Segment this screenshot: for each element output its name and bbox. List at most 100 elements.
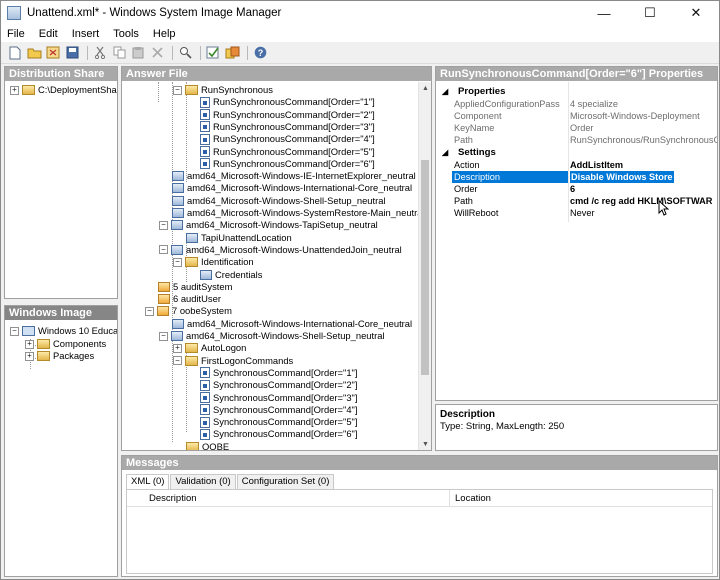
menu-insert[interactable]: Insert: [72, 28, 100, 40]
property-row[interactable]: Path RunSynchronous/RunSynchronousCom: [436, 134, 717, 146]
tree-node[interactable]: amd64_Microsoft-Windows-IE-InternetExplo…: [172, 170, 416, 182]
tree-node[interactable]: RunSynchronousCommand[Order="5"]: [200, 146, 375, 158]
new-file-icon[interactable]: [7, 45, 23, 61]
open-folder-icon[interactable]: [26, 45, 42, 61]
tree-node[interactable]: Credentials: [200, 269, 262, 281]
collapse-toggle[interactable]: −: [173, 356, 182, 366]
close-button[interactable]: ✕: [673, 1, 719, 25]
collapse-toggle[interactable]: −: [159, 220, 168, 230]
command-icon: [200, 109, 210, 121]
copy-icon[interactable]: [111, 45, 127, 61]
tree-node[interactable]: − amd64_Microsoft-Windows-UnattendedJoin_…: [159, 244, 402, 256]
expand-toggle[interactable]: +: [25, 351, 34, 361]
expand-toggle[interactable]: +: [25, 339, 34, 349]
tree-node-label: amd64_Microsoft-Windows-SystemRestore-Ma…: [187, 207, 425, 218]
tree-node[interactable]: TapiUnattendLocation: [186, 232, 292, 244]
tree-node-label: amd64_Microsoft-Windows-Shell-Setup_neut…: [186, 330, 385, 341]
collapse-toggle[interactable]: −: [145, 306, 154, 316]
setting-row-willreboot[interactable]: WillReboot Never: [436, 207, 717, 219]
tree-node[interactable]: amd64_Microsoft-Windows-International-Co…: [172, 318, 412, 330]
column-header-location[interactable]: Location: [455, 493, 491, 504]
component-icon: [171, 331, 183, 341]
help-icon[interactable]: ?: [252, 45, 268, 61]
close-file-icon[interactable]: [45, 45, 61, 61]
property-row[interactable]: AppliedConfigurationPass 4 specialize: [436, 98, 717, 110]
tree-node[interactable]: SynchronousCommand[Order="6"]: [200, 428, 357, 440]
collapse-toggle[interactable]: −: [173, 257, 182, 267]
windows-image-header: Windows Image: [5, 306, 117, 320]
description-text: Type: String, MaxLength: 250: [440, 421, 565, 432]
component-icon: [171, 244, 183, 255]
tree-node[interactable]: amd64_Microsoft-Windows-Shell-Setup_neut…: [172, 195, 386, 207]
tree-node-label: RunSynchronousCommand[Order="1"]: [213, 96, 375, 108]
property-row[interactable]: KeyName Order: [436, 122, 717, 134]
answer-file-scrollbar[interactable]: ▲ ▼: [418, 82, 431, 450]
collapse-icon[interactable]: ◢: [442, 86, 448, 98]
tree-node[interactable]: − 7 oobeSystem: [145, 305, 232, 317]
tree-node[interactable]: RunSynchronousCommand[Order="2"]: [200, 109, 375, 121]
paste-icon[interactable]: [130, 45, 146, 61]
collapse-toggle[interactable]: −: [159, 245, 168, 255]
menu-edit[interactable]: Edit: [39, 28, 58, 40]
menu-tools[interactable]: Tools: [113, 28, 139, 40]
scroll-thumb[interactable]: [421, 160, 429, 375]
tree-node[interactable]: RunSynchronousCommand[Order="1"]: [200, 96, 375, 108]
setting-row-order[interactable]: Order 6: [436, 183, 717, 195]
tab-validation[interactable]: Validation (0): [170, 474, 236, 489]
tree-node[interactable]: SynchronousCommand[Order="4"]: [200, 404, 357, 416]
tree-node[interactable]: 6 auditUser: [158, 293, 221, 305]
save-icon[interactable]: [64, 45, 80, 61]
maximize-button[interactable]: ☐: [627, 1, 673, 25]
cut-icon[interactable]: [92, 45, 108, 61]
tree-node-components[interactable]: + Components: [25, 338, 106, 350]
setting-row-action[interactable]: Action AddListItem: [436, 159, 717, 171]
find-icon[interactable]: [177, 45, 193, 61]
tree-node[interactable]: 5 auditSystem: [158, 281, 232, 293]
toolbar-separator: [87, 45, 88, 60]
tree-node-packages[interactable]: + Packages: [25, 350, 94, 362]
validate-icon[interactable]: [205, 45, 221, 61]
tree-node[interactable]: SynchronousCommand[Order="3"]: [200, 392, 357, 404]
expand-toggle[interactable]: +: [173, 343, 182, 353]
delete-icon[interactable]: [149, 45, 165, 61]
app-icon: [7, 6, 21, 20]
collapse-toggle[interactable]: −: [173, 85, 182, 95]
scroll-down-icon[interactable]: ▼: [419, 438, 431, 450]
tree-node[interactable]: amd64_Microsoft-Windows-SystemRestore-Ma…: [172, 207, 425, 219]
command-icon: [200, 367, 210, 379]
tree-node[interactable]: RunSynchronousCommand[Order="6"]: [200, 158, 375, 170]
category-properties[interactable]: ◢ Properties: [436, 86, 717, 98]
property-row[interactable]: Component Microsoft-Windows-Deployment: [436, 110, 717, 122]
menu-file[interactable]: File: [7, 28, 25, 40]
tree-node[interactable]: amd64_Microsoft-Windows-International-Co…: [172, 182, 412, 194]
menu-help[interactable]: Help: [153, 28, 176, 40]
tree-node[interactable]: RunSynchronousCommand[Order="3"]: [200, 121, 375, 133]
scroll-up-icon[interactable]: ▲: [419, 82, 431, 94]
tab-xml[interactable]: XML (0): [126, 474, 170, 489]
tree-node[interactable]: SynchronousCommand[Order="5"]: [200, 416, 357, 428]
collapse-icon[interactable]: ◢: [442, 147, 448, 159]
tree-node[interactable]: − FirstLogonCommands: [173, 355, 293, 367]
minimize-button[interactable]: —: [581, 1, 627, 25]
tree-node-deployment-share[interactable]: + C:\DeploymentShare: [10, 84, 117, 96]
tree-node[interactable]: OOBE: [186, 441, 229, 450]
setting-row-description[interactable]: Description Disable Windows Store: [436, 171, 717, 183]
tree-node[interactable]: + AutoLogon: [173, 342, 246, 354]
tree-node[interactable]: − RunSynchronous: [173, 84, 273, 96]
collapse-toggle[interactable]: −: [159, 331, 168, 341]
create-config-set-icon[interactable]: [224, 45, 240, 61]
tree-node-windows-10[interactable]: − Windows 10 Educatio: [10, 325, 117, 337]
tree-node[interactable]: − Identification: [173, 256, 254, 268]
tree-node[interactable]: − amd64_Microsoft-Windows-TapiSetup_neutr…: [159, 219, 378, 231]
expand-toggle[interactable]: +: [10, 85, 19, 95]
description-value-input[interactable]: Disable Windows Store: [570, 171, 674, 183]
category-settings[interactable]: ◢ Settings: [436, 147, 717, 159]
tab-configuration-set[interactable]: Configuration Set (0): [236, 474, 335, 489]
setting-row-path[interactable]: Path cmd /c reg add HKLM\SOFTWAR: [436, 195, 717, 207]
tree-node[interactable]: RunSynchronousCommand[Order="4"]: [200, 133, 375, 145]
tree-node[interactable]: SynchronousCommand[Order="1"]: [200, 367, 357, 379]
tree-node[interactable]: SynchronousCommand[Order="2"]: [200, 379, 357, 391]
column-header-description[interactable]: Description: [149, 493, 197, 504]
tree-node[interactable]: − amd64_Microsoft-Windows-Shell-Setup_neu…: [159, 330, 385, 342]
collapse-toggle[interactable]: −: [10, 326, 19, 336]
